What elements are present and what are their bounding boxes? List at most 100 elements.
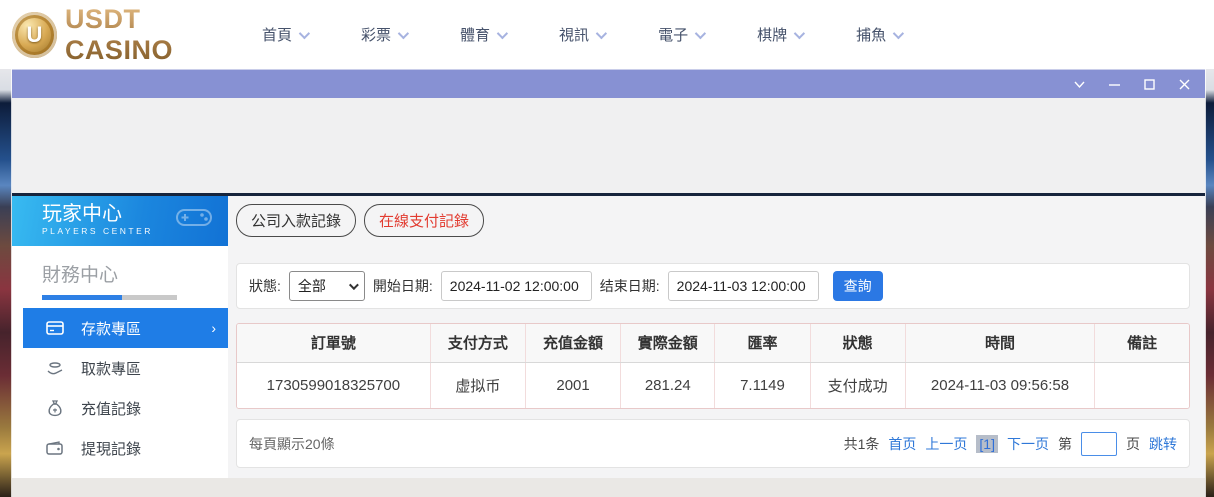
- col-actual-amount: 實際金額: [620, 324, 716, 363]
- sidebar-menu: 存款專區 › 取款專區 充值記錄 提現記錄: [12, 308, 228, 478]
- page-jump-input[interactable]: [1081, 431, 1117, 456]
- chevron-down-icon: [397, 27, 410, 39]
- records-table-container: 訂單號 支付方式 充值金額 實際金額 匯率 狀態 時間 備註 173059901…: [236, 323, 1190, 409]
- total-count-text: 共1条: [843, 435, 880, 452]
- window-titlebar: [12, 69, 1205, 98]
- jump-suffix-label: 页: [1126, 435, 1140, 452]
- window-collapse-button[interactable]: [1072, 77, 1086, 91]
- deposit-card-icon: [45, 318, 65, 338]
- nav-item-fishing[interactable]: 捕魚: [856, 24, 905, 45]
- col-remark: 備註: [1094, 324, 1189, 363]
- col-time: 時間: [905, 324, 1096, 363]
- section-underline: [42, 295, 177, 300]
- end-date-input[interactable]: [667, 271, 819, 301]
- jump-button[interactable]: 跳转: [1149, 434, 1177, 454]
- finance-center-heading: 財務中心: [42, 265, 119, 286]
- nav-item-live-video[interactable]: 視訊: [559, 24, 608, 45]
- cell-actual-amount: 281.24: [620, 362, 716, 408]
- first-page-link[interactable]: 首页: [888, 434, 916, 454]
- cell-status: 支付成功: [810, 362, 906, 408]
- end-date-label: 结束日期:: [599, 278, 660, 294]
- chevron-right-icon: ›: [211, 320, 216, 336]
- players-center-banner: 玩家中心 PLAYERS CENTER: [12, 196, 228, 246]
- window-maximize-button[interactable]: [1142, 77, 1156, 91]
- col-order-number: 訂單號: [237, 324, 431, 363]
- brand-logo[interactable]: U USDT CASINO: [12, 4, 252, 66]
- sidebar: 玩家中心 PLAYERS CENTER 財務中心 存款專區 › 取款專區 充值記…: [12, 196, 228, 478]
- cell-order-number: 1730599018325700: [237, 362, 431, 408]
- nav-item-slots[interactable]: 電子: [658, 24, 707, 45]
- nav-item-label: 首頁: [262, 27, 293, 44]
- sidebar-item-label: 提現記錄: [81, 440, 142, 458]
- table-header-row: 訂單號 支付方式 充值金額 實際金額 匯率 狀態 時間 備註: [237, 324, 1189, 363]
- site-navbar: U USDT CASINO 首頁 彩票 體育 視訊 電子 棋牌 捕魚: [0, 0, 1214, 69]
- prev-page-link[interactable]: 上一页: [925, 434, 967, 454]
- tab-online-payment-records[interactable]: 在線支付記錄: [364, 204, 485, 237]
- col-recharge-amount: 充值金額: [525, 324, 622, 363]
- money-bag-icon: [45, 398, 65, 418]
- nav-item-label: 彩票: [361, 27, 392, 44]
- tab-company-deposit-records[interactable]: 公司入款記錄: [236, 204, 357, 237]
- wallet-icon: [45, 438, 65, 458]
- col-payment-method: 支付方式: [430, 324, 526, 363]
- window-minimize-button[interactable]: [1107, 77, 1121, 91]
- cell-payment-method: 虚拟币: [430, 362, 526, 408]
- status-label: 狀態:: [249, 278, 281, 294]
- records-table: 訂單號 支付方式 充值金額 實際金額 匯率 狀態 時間 備註 173059901…: [237, 324, 1189, 408]
- main-panel: 公司入款記錄 在線支付記錄 狀態: 全部 開始日期: 结束日期: 查詢: [228, 196, 1205, 478]
- window-bottom-strip: [12, 478, 1205, 497]
- sidebar-item-recharge-records[interactable]: 充值記錄: [23, 388, 228, 428]
- nav-item-label: 電子: [658, 27, 689, 44]
- nav-item-label: 體育: [460, 27, 491, 44]
- sidebar-item-label: 存款專區: [81, 320, 142, 338]
- nav-item-board-games[interactable]: 棋牌: [757, 24, 806, 45]
- cell-time: 2024-11-03 09:56:58: [905, 362, 1096, 408]
- nav-item-label: 捕魚: [856, 27, 887, 44]
- start-date-label: 開始日期:: [372, 278, 433, 294]
- col-exchange-rate: 匯率: [714, 324, 811, 363]
- nav-item-sports[interactable]: 體育: [460, 24, 509, 45]
- sidebar-item-label: 充值記錄: [81, 400, 142, 418]
- current-page-indicator: [1]: [976, 434, 998, 453]
- pagination-controls: 共1条 首页 上一页 [1] 下一页 第 页 跳转: [843, 431, 1177, 456]
- page-size-text: 每頁顯示20條: [249, 435, 335, 452]
- pagination-bar: 每頁顯示20條 共1条 首页 上一页 [1] 下一页 第 页 跳转: [236, 419, 1190, 468]
- sidebar-item-deposit[interactable]: 存款專區 ›: [23, 308, 228, 348]
- sidebar-item-label: 取款專區: [81, 360, 142, 378]
- window-close-button[interactable]: [1177, 77, 1191, 91]
- search-button[interactable]: 查詢: [832, 271, 883, 301]
- cell-exchange-rate: 7.1149: [714, 362, 811, 408]
- nav-menu: 首頁 彩票 體育 視訊 電子 棋牌 捕魚: [262, 24, 905, 45]
- cell-recharge-amount: 2001: [525, 362, 622, 408]
- coin-logo-icon: U: [12, 11, 57, 58]
- nav-item-label: 棋牌: [757, 27, 788, 44]
- next-page-link[interactable]: 下一页: [1007, 434, 1049, 454]
- filter-bar: 狀態: 全部 開始日期: 结束日期: 查詢: [236, 263, 1190, 309]
- nav-item-lottery[interactable]: 彩票: [361, 24, 410, 45]
- col-status: 狀態: [810, 324, 906, 363]
- chevron-down-icon: [595, 27, 608, 39]
- chevron-down-icon: [298, 27, 311, 39]
- sidebar-item-withdraw[interactable]: 取款專區: [23, 348, 228, 388]
- logo-letter: U: [26, 21, 43, 47]
- table-row: 1730599018325700 虚拟币 2001 281.24 7.1149 …: [237, 362, 1189, 408]
- chevron-down-icon: [694, 27, 707, 39]
- chevron-down-icon: [892, 27, 905, 39]
- sidebar-item-funds-records[interactable]: 資金記錄: [23, 468, 228, 478]
- cell-remark: [1094, 362, 1189, 408]
- chevron-down-icon: [496, 27, 509, 39]
- chevron-down-icon: [348, 279, 359, 290]
- start-date-input[interactable]: [440, 271, 592, 301]
- window-header-area: [12, 98, 1205, 193]
- brand-name: USDT CASINO: [65, 4, 252, 66]
- status-select-value: 全部: [297, 278, 326, 294]
- jump-prefix-label: 第: [1058, 435, 1072, 452]
- player-center-window: 玩家中心 PLAYERS CENTER 財務中心 存款專區 › 取款專區 充值記…: [12, 69, 1205, 497]
- record-tabs: 公司入款記錄 在線支付記錄: [236, 204, 1190, 237]
- hand-money-icon: [45, 358, 65, 378]
- nav-item-label: 視訊: [559, 27, 590, 44]
- sidebar-item-withdrawal-records[interactable]: 提現記錄: [23, 428, 228, 468]
- screen: U USDT CASINO 首頁 彩票 體育 視訊 電子 棋牌 捕魚 玩家中心 …: [0, 0, 1214, 497]
- nav-item-home[interactable]: 首頁: [262, 24, 311, 45]
- status-select[interactable]: 全部: [288, 271, 365, 301]
